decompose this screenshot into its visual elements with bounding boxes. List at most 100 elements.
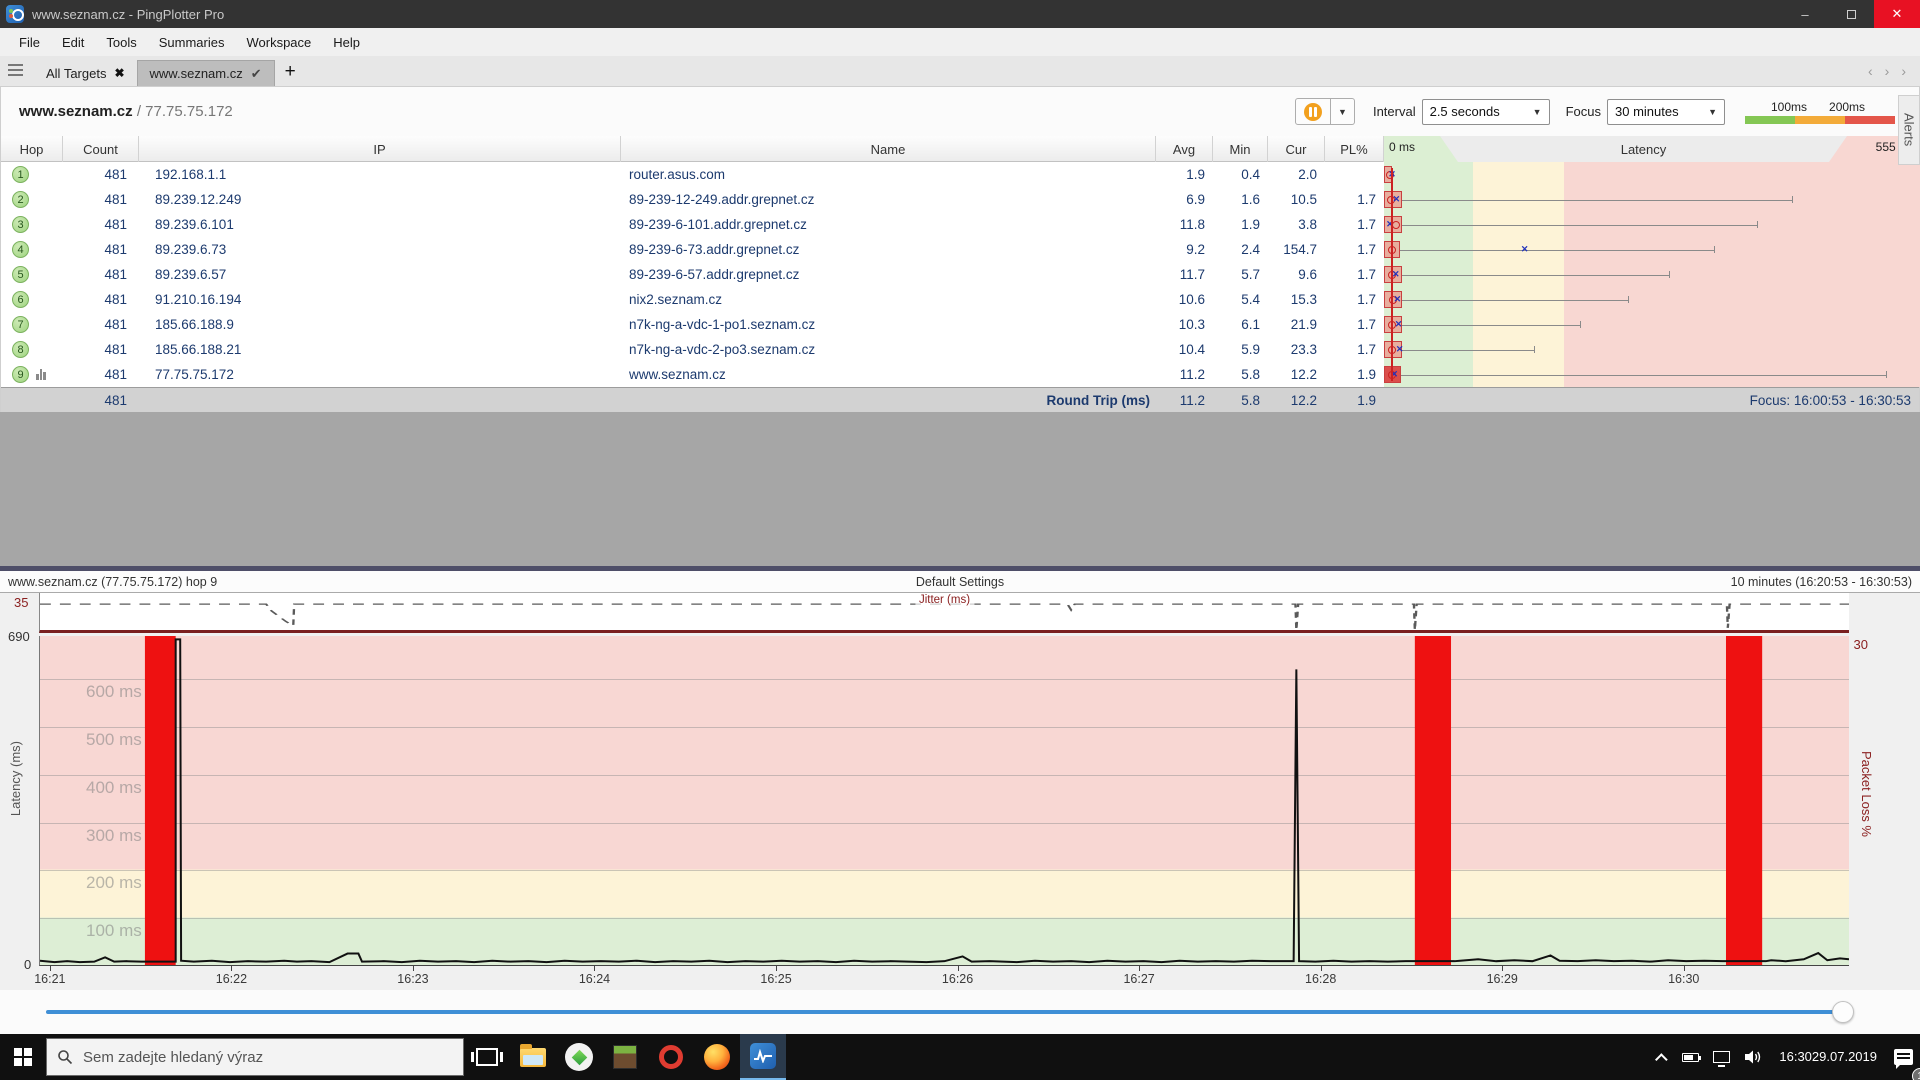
opera-app-button[interactable] — [648, 1034, 694, 1080]
latency-min-label: 0 ms — [1389, 140, 1415, 154]
tab-nav-more-icon[interactable]: › — [1901, 63, 1906, 79]
trace-table: Hop Count IP Name Avg Min Cur PL% 0 ms L… — [0, 136, 1920, 412]
start-button[interactable] — [0, 1034, 46, 1080]
timeline-panel: www.seznam.cz (77.75.75.172) hop 9 Defau… — [0, 566, 1920, 990]
table-row[interactable]: 948177.75.75.172www.seznam.cz11.25.812.2… — [1, 362, 1919, 387]
minecraft-grass-icon — [613, 1045, 637, 1069]
latency-legend: 100ms 200ms — [1745, 100, 1895, 124]
timeline-header: www.seznam.cz (77.75.75.172) hop 9 Defau… — [0, 571, 1920, 593]
table-row[interactable]: 648191.210.16.194nix2.seznam.cz10.65.415… — [1, 287, 1919, 312]
col-header-name[interactable]: Name — [621, 136, 1156, 162]
firefox-app-button[interactable] — [694, 1034, 740, 1080]
alerts-side-tab[interactable]: Alerts — [1898, 95, 1920, 165]
cell-name: n7k-ng-a-vdc-2-po3.seznam.cz — [621, 337, 1156, 362]
timeline-target-label: www.seznam.cz (77.75.75.172) hop 9 — [8, 575, 428, 589]
scrollbar-track[interactable] — [46, 1010, 1836, 1014]
table-row[interactable]: 8481185.66.188.21n7k-ng-a-vdc-2-po3.sezn… — [1, 337, 1919, 362]
cell-avg: 11.8 — [1156, 212, 1213, 237]
speaker-icon — [1744, 1049, 1762, 1065]
sims-app-button[interactable] — [556, 1034, 602, 1080]
cell-pl: 1.9 — [1325, 362, 1384, 387]
folder-icon — [520, 1048, 546, 1067]
menu-tools[interactable]: Tools — [95, 30, 147, 55]
cell-pl: 1.7 — [1325, 262, 1384, 287]
cell-ip: 185.66.188.9 — [139, 312, 621, 337]
action-center-button[interactable]: 1 — [1887, 1034, 1920, 1080]
task-view-button[interactable] — [464, 1034, 510, 1080]
cell-avg: 10.3 — [1156, 312, 1213, 337]
col-header-hop[interactable]: Hop — [1, 136, 63, 162]
cell-pl: 1.7 — [1325, 287, 1384, 312]
col-header-cur[interactable]: Cur — [1268, 136, 1325, 162]
table-row[interactable]: 1481192.168.1.1router.asus.com1.90.42.0✕ — [1, 162, 1919, 187]
tab-nav-next-icon[interactable]: › — [1885, 63, 1890, 79]
interval-select[interactable]: 2.5 seconds ▼ — [1422, 99, 1550, 125]
menu-file[interactable]: File — [8, 30, 51, 55]
table-row[interactable]: 448189.239.6.7389-239-6-73.addr.grepnet.… — [1, 237, 1919, 262]
pingplotter-taskbar-button[interactable] — [740, 1034, 786, 1080]
table-row[interactable]: 548189.239.6.5789-239-6-57.addr.grepnet.… — [1, 262, 1919, 287]
col-header-min[interactable]: Min — [1213, 136, 1268, 162]
row-chart-icon[interactable] — [36, 369, 46, 380]
minimize-button[interactable]: – — [1782, 0, 1828, 28]
menu-edit[interactable]: Edit — [51, 30, 95, 55]
table-row[interactable]: 7481185.66.188.9n7k-ng-a-vdc-1-po1.sezna… — [1, 312, 1919, 337]
col-header-pl[interactable]: PL% — [1325, 136, 1384, 162]
taskbar-clock[interactable]: 16:30 29.07.2019 — [1769, 1034, 1887, 1080]
search-placeholder: Sem zadejte hledaný výraz — [83, 1049, 263, 1066]
hamburger-icon[interactable] — [8, 61, 30, 79]
cell-avg: 11.2 — [1156, 362, 1213, 387]
time-tick-label: 16:23 — [397, 972, 428, 986]
maximize-button[interactable] — [1828, 0, 1874, 28]
route-trace-line — [1391, 168, 1393, 381]
close-button[interactable]: ✕ — [1874, 0, 1920, 28]
col-header-latency[interactable]: 0 ms Latency 555 ms — [1384, 136, 1920, 162]
hop-number-badge: 5 — [12, 266, 29, 283]
opera-icon — [659, 1045, 683, 1069]
menu-workspace[interactable]: Workspace — [235, 30, 322, 55]
file-explorer-button[interactable] — [510, 1034, 556, 1080]
col-header-ip[interactable]: IP — [139, 136, 621, 162]
battery-tray-button[interactable] — [1675, 1034, 1706, 1080]
taskbar-search-input[interactable]: Sem zadejte hledaný výraz — [46, 1038, 464, 1076]
windows-logo-icon — [14, 1048, 32, 1066]
time-tick-label: 16:28 — [1305, 972, 1336, 986]
target-ip: 77.75.75.172 — [145, 103, 233, 120]
cell-ip: 192.168.1.1 — [139, 162, 621, 187]
cell-name: www.seznam.cz — [621, 362, 1156, 387]
target-host: www.seznam.cz — [19, 103, 133, 120]
tab-check-icon: ✔ — [251, 66, 262, 82]
cell-latency-range: ✕ — [1384, 337, 1920, 362]
volume-tray-button[interactable] — [1737, 1034, 1769, 1080]
table-row[interactable]: 348189.239.6.10189-239-6-101.addr.grepne… — [1, 212, 1919, 237]
tab-nav-prev-icon[interactable]: ‹ — [1868, 63, 1873, 79]
notification-badge: 1 — [1912, 1068, 1920, 1080]
col-header-avg[interactable]: Avg — [1156, 136, 1213, 162]
col-header-count[interactable]: Count — [63, 136, 139, 162]
add-tab-button[interactable]: + — [275, 61, 306, 83]
tray-expand-button[interactable] — [1652, 1034, 1675, 1080]
menu-help[interactable]: Help — [322, 30, 371, 55]
latency-timeline-graph[interactable]: 600 ms500 ms400 ms300 ms200 ms100 ms — [39, 636, 1849, 966]
scrollbar-thumb[interactable] — [1832, 1001, 1854, 1023]
menu-summaries[interactable]: Summaries — [148, 30, 236, 55]
time-tick-label: 16:22 — [216, 972, 247, 986]
minecraft-app-button[interactable] — [602, 1034, 648, 1080]
focus-select[interactable]: 30 minutes ▼ — [1607, 99, 1725, 125]
tab-close-icon[interactable]: ✖ — [114, 66, 124, 80]
jitter-graph[interactable]: Jitter (ms) — [39, 593, 1849, 633]
pause-dropdown-button[interactable]: ▼ — [1331, 98, 1355, 125]
tab-all-targets[interactable]: All Targets ✖ — [34, 60, 137, 86]
table-row[interactable]: 248189.239.12.24989-239-12-249.addr.grep… — [1, 187, 1919, 212]
notification-icon — [1894, 1049, 1913, 1065]
round-trip-label: Round Trip (ms) — [621, 388, 1156, 413]
cell-latency-range: ✕ — [1384, 362, 1920, 387]
summary-pl: 1.9 — [1325, 388, 1384, 413]
network-tray-button[interactable] — [1706, 1034, 1737, 1080]
cell-cur: 154.7 — [1268, 237, 1325, 262]
pause-button[interactable] — [1295, 98, 1331, 125]
chevron-up-icon — [1655, 1053, 1668, 1066]
cell-pl: 1.7 — [1325, 187, 1384, 212]
focus-range-label: Focus: 16:00:53 - 16:30:53 — [1384, 388, 1920, 413]
tab-target[interactable]: www.seznam.cz ✔ — [137, 60, 275, 86]
